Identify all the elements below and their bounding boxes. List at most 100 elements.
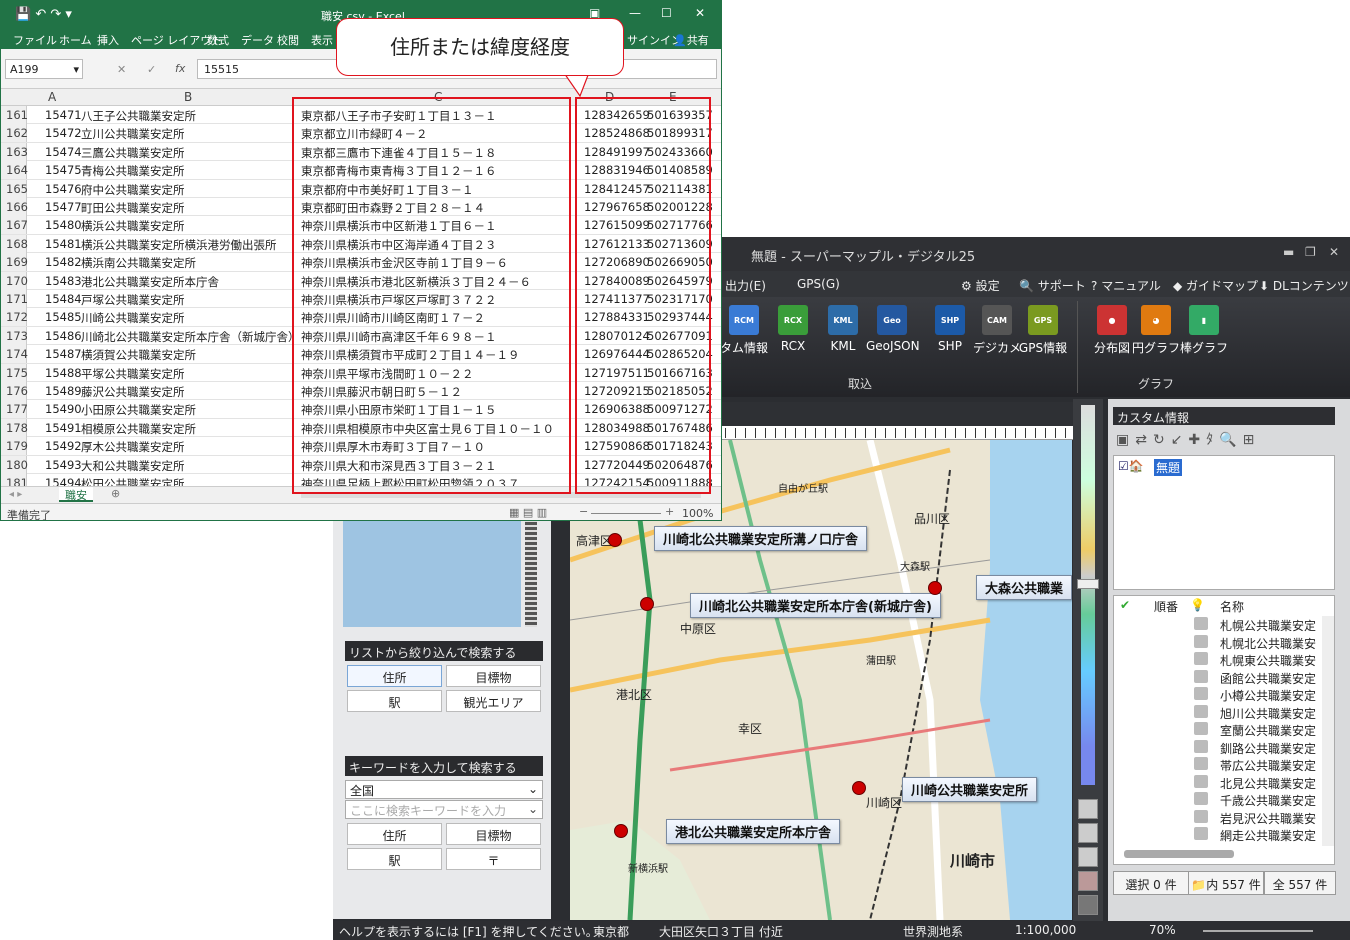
cell-b[interactable]: 港北公共職業安定所本庁舎 [81,274,219,290]
list-item[interactable]: 札幌東公共職業安 [1114,651,1324,668]
tab-view[interactable]: 表示 [311,32,333,48]
map-zoom-bar[interactable] [1073,399,1103,921]
cell-b[interactable]: 横浜公共職業安定所横浜港労働出張所 [81,237,277,253]
cell-a[interactable]: 15487 [45,347,82,361]
minimize-icon[interactable]: — [629,6,641,20]
row-number[interactable]: 173 [1,326,28,345]
tab-insert[interactable]: 挿入 [97,32,119,48]
restore-icon[interactable]: ❐ [1305,245,1316,259]
row-number[interactable]: 169 [1,253,28,272]
guidemap-link[interactable]: ◆ ガイドマップ [1173,277,1258,294]
ribbon-button-4[interactable]: SHP SHP [924,305,976,365]
list-station-button[interactable]: 駅 [347,690,442,712]
support-link[interactable]: 🔍 サポート [1019,277,1086,294]
cell-a[interactable]: 15484 [45,292,82,306]
cell-a[interactable]: 15494 [45,476,82,486]
layout-16-icon[interactable] [1078,871,1098,891]
kw-station-button[interactable]: 駅 [347,848,442,870]
cell-b[interactable]: 大和公共職業安定所 [81,458,185,474]
tab-file[interactable]: ファイル [13,32,57,48]
label-omori[interactable]: 大森公共職業 [976,575,1072,600]
region-select[interactable]: 全国 ⌄ [345,780,543,799]
name-box[interactable]: A199 ▾ [5,59,83,79]
keyword-input[interactable]: ここに検索キーワードを入力 ⌄ [345,800,543,819]
list-h-scrollbar[interactable] [1124,850,1234,858]
ribbon-button-5[interactable]: CAM デジカメ [971,305,1023,365]
cell-a[interactable]: 15492 [45,439,82,453]
minimize-icon[interactable]: ▬ [1283,245,1294,259]
zoom-in-icon[interactable]: + [665,505,674,518]
sheet-tab-active[interactable]: 職安 [59,487,93,502]
cell-b[interactable]: 戸塚公共職業安定所 [81,292,185,308]
row-number[interactable]: 166 [1,198,28,216]
list-item[interactable]: 帯広公共職業安定 [1114,756,1324,773]
marker-mizonokuchi[interactable] [608,533,622,547]
maximize-icon[interactable]: ☐ [661,6,672,20]
row-number[interactable]: 172 [1,308,28,327]
cell-a[interactable]: 15480 [45,218,82,232]
menu-gps[interactable]: GPS(G) [797,277,840,291]
col-order[interactable]: 順番 [1154,598,1178,615]
ribbon-button-9[interactable]: ▮ 棒グラフ [1178,305,1230,365]
row-number[interactable]: 174 [1,345,28,364]
kw-postal-button[interactable]: 〒 [446,848,541,870]
cell-a[interactable]: 15476 [45,182,82,196]
marker-shinjo[interactable] [640,597,654,611]
sheet-nav-icon[interactable]: ◂ ▸ [9,489,22,500]
menu-output[interactable]: 出力(E) [725,277,766,294]
list-item[interactable]: 札幌北公共職業安 [1114,634,1324,651]
in-view-count[interactable]: 📁内 557 件 [1188,871,1264,895]
row-number[interactable]: 181 [1,474,28,486]
col-name[interactable]: 名称 [1220,598,1244,615]
row-number[interactable]: 163 [1,142,28,161]
label-shinjo[interactable]: 川崎北公共職業安定所本庁舎(新城庁舎) [690,593,941,618]
layout-9-icon[interactable] [1078,847,1098,867]
zoom-slider[interactable] [591,513,661,514]
tab-data[interactable]: データ [241,32,274,48]
cell-b[interactable]: 川崎公共職業安定所 [81,310,185,326]
label-mizonokuchi[interactable]: 川崎北公共職業安定所溝ノ口庁舎 [654,526,868,551]
cell-b[interactable]: 厚木公共職業安定所 [81,439,185,455]
row-number[interactable]: 175 [1,363,28,382]
label-kawasaki[interactable]: 川崎公共職業安定所 [902,777,1038,802]
marker-omori[interactable] [928,581,942,595]
ribbon-button-6[interactable]: GPS GPS情報 [1017,305,1069,365]
cell-a[interactable]: 15488 [45,366,82,380]
row-number[interactable]: 180 [1,455,28,474]
zoom-out-icon[interactable]: − [579,505,588,518]
col-b[interactable]: B [184,90,192,104]
cell-b[interactable]: 小田原公共職業安定所 [81,402,196,418]
list-item[interactable]: 旭川公共職業安定 [1114,704,1324,721]
status-zoom-slider[interactable] [1203,930,1313,932]
list-item[interactable]: 札幌公共職業安定 [1114,616,1324,633]
settings-link[interactable]: ⚙ 設定 [961,277,1000,294]
kw-landmark-button[interactable]: 目標物 [446,823,541,845]
tab-formulas[interactable]: 数式 [207,32,229,48]
list-item[interactable]: 函館公共職業安定 [1114,669,1324,686]
row-number[interactable]: 179 [1,437,28,456]
row-number[interactable]: 170 [1,271,28,290]
list-landmark-button[interactable]: 目標物 [446,665,541,687]
cell-a[interactable]: 15489 [45,384,82,398]
cell-b[interactable]: 立川公共職業安定所 [81,126,185,142]
selected-count[interactable]: 選択 0 件 [1113,871,1189,895]
cell-b[interactable]: 青梅公共職業安定所 [81,163,185,179]
tree-check-icon[interactable]: ☑🏠 [1118,459,1144,473]
cell-a[interactable]: 15474 [45,145,82,159]
row-number[interactable]: 176 [1,382,28,400]
cell-a[interactable]: 15472 [45,126,82,140]
label-kohoku[interactable]: 港北公共職業安定所本庁舎 [666,819,841,844]
total-count[interactable]: 全 557 件 [1264,871,1336,895]
row-number[interactable]: 164 [1,161,28,180]
cell-a[interactable]: 15481 [45,237,82,251]
row-number[interactable]: 178 [1,418,28,437]
cell-a[interactable]: 15485 [45,310,82,324]
kw-address-button[interactable]: 住所 [347,823,442,845]
col-a[interactable]: A [48,90,56,104]
row-number[interactable]: 168 [1,234,28,253]
custom-info-toolbar[interactable]: ▣⇄↻↙✚ﾀ🔍⊞ [1116,429,1260,449]
cell-a[interactable]: 15493 [45,458,82,472]
marker-kawasaki[interactable] [852,781,866,795]
cell-b[interactable]: 相模原公共職業安定所 [81,421,196,437]
list-scrollbar[interactable] [1322,616,1334,846]
